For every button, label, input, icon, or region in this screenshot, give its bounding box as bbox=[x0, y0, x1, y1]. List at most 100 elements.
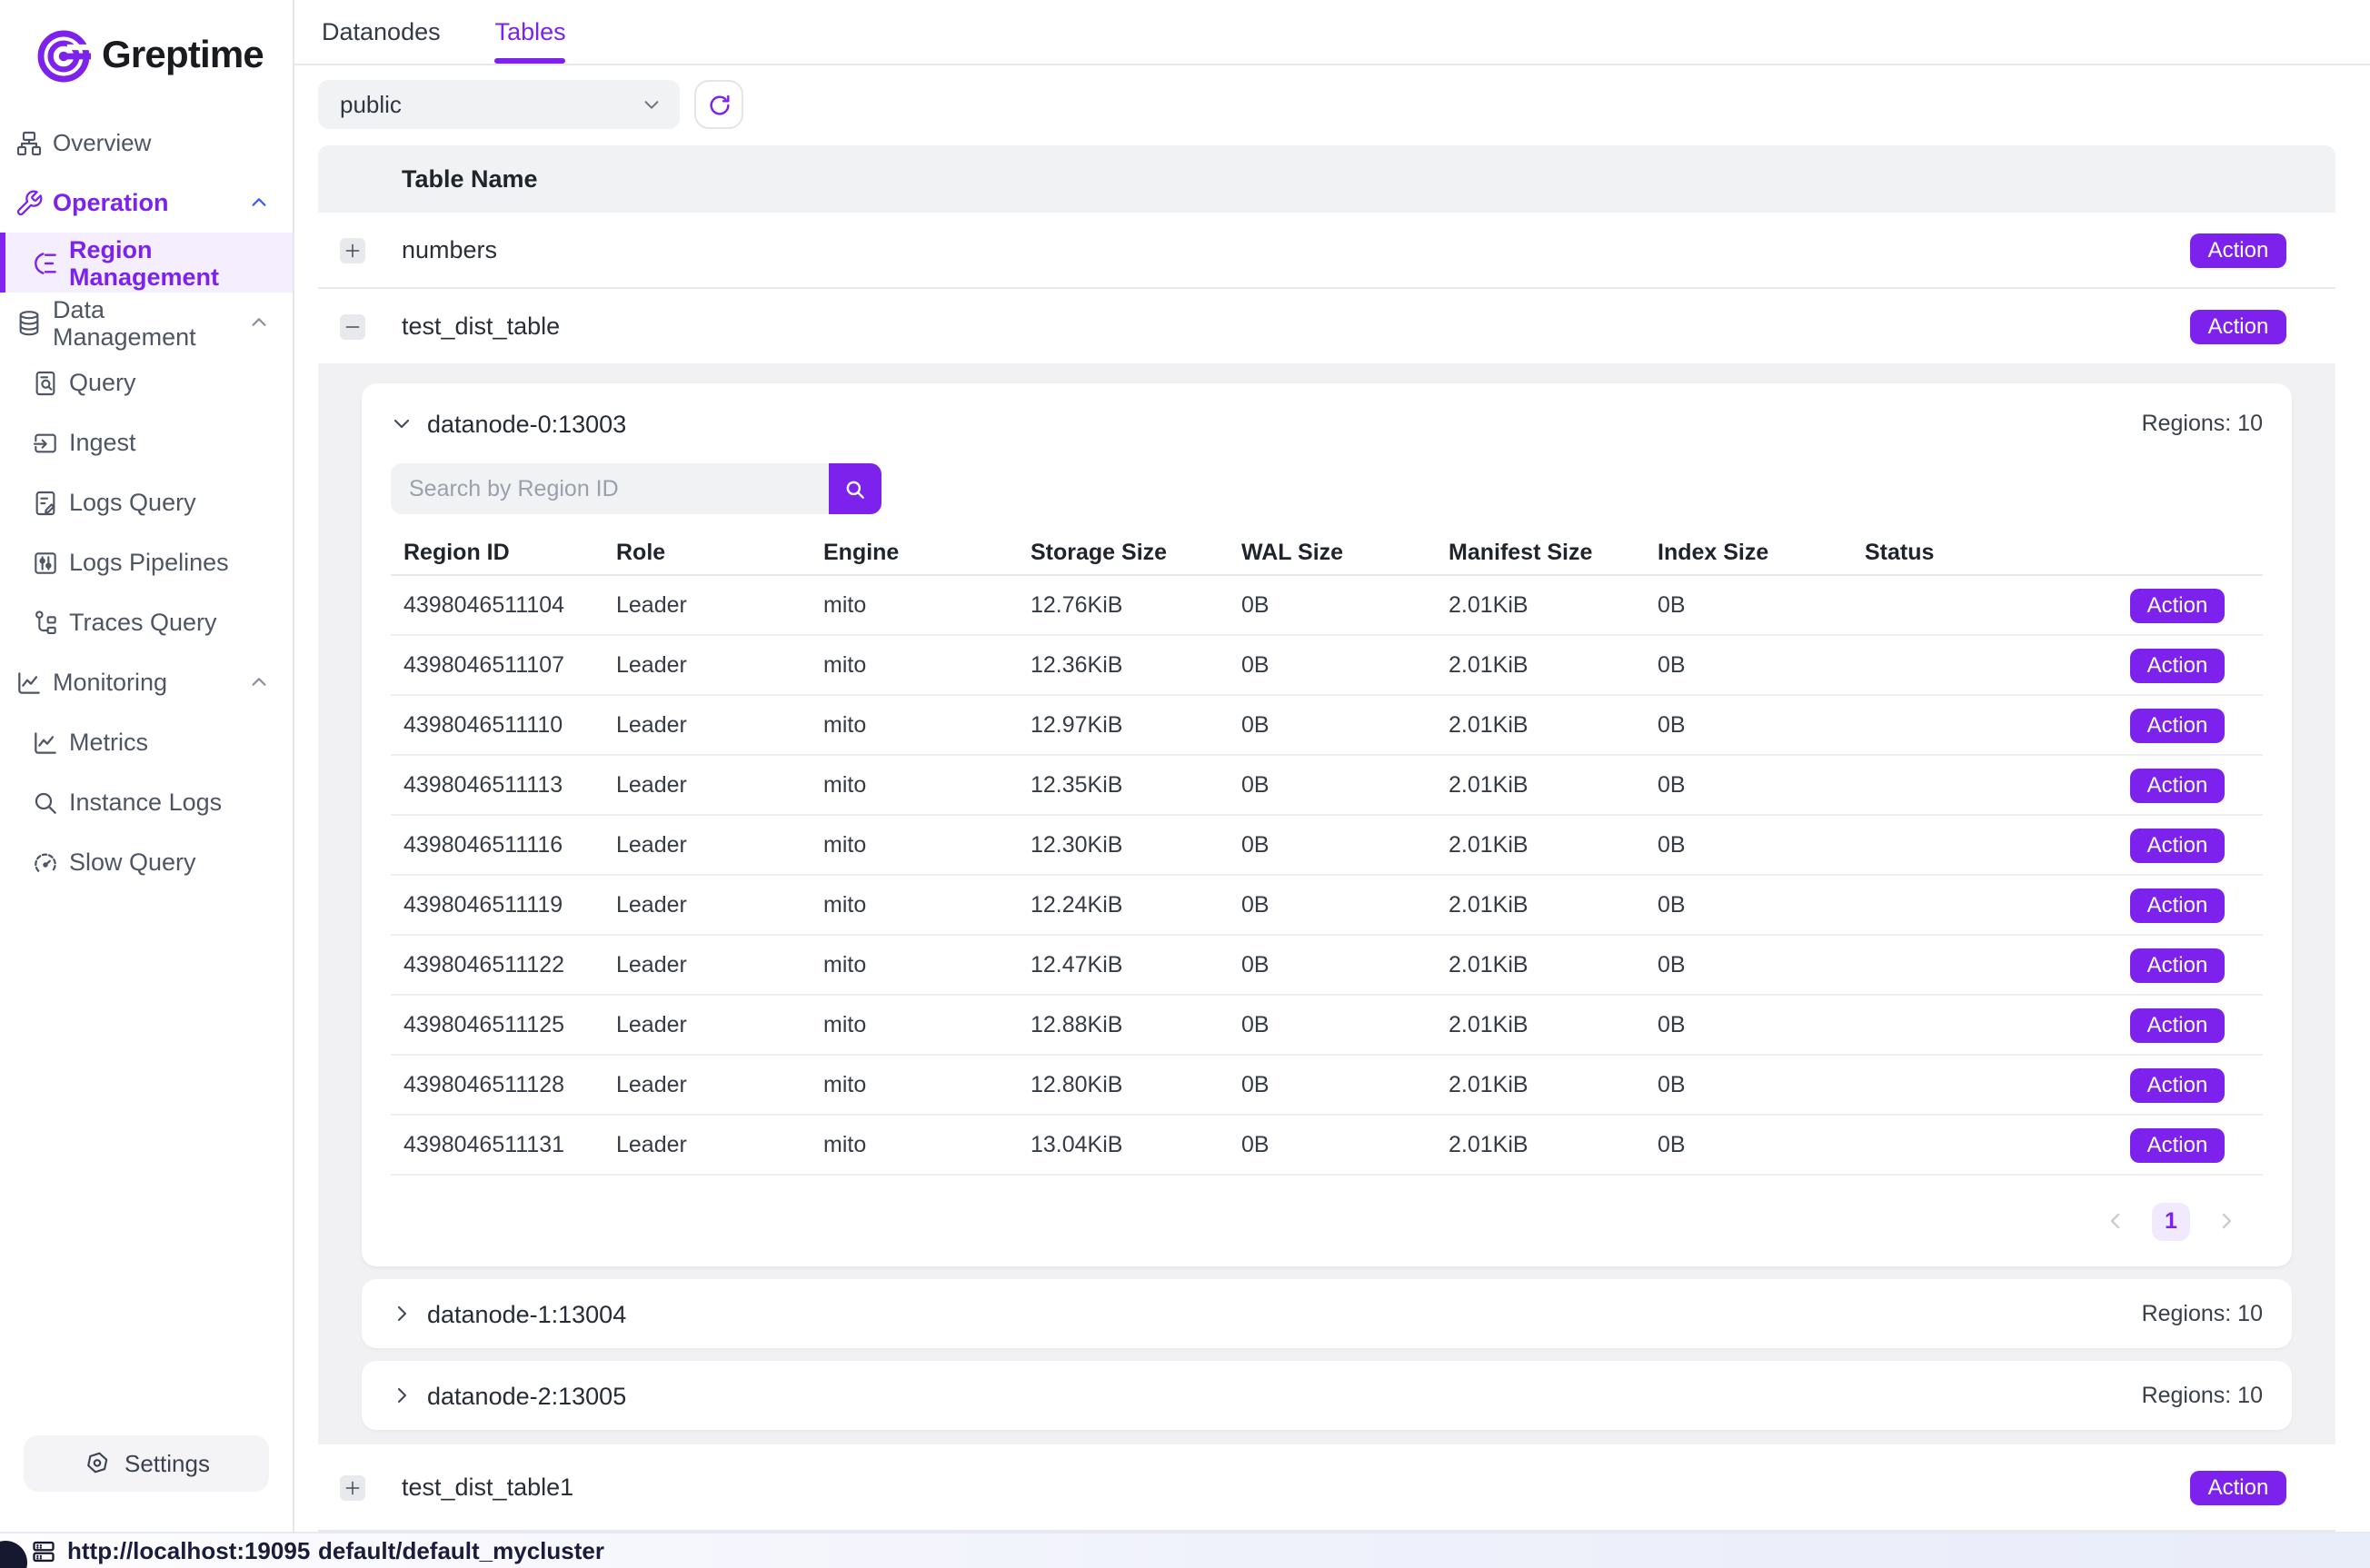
actions-cell: Action bbox=[2041, 948, 2263, 982]
sidebar-item-overview[interactable]: Overview bbox=[0, 113, 293, 173]
cluster-name[interactable]: default/default_mycluster bbox=[318, 1537, 604, 1564]
sidebar-item-traces-query[interactable]: Traces Query bbox=[0, 592, 293, 652]
sidebar-item-label: Ingest bbox=[69, 429, 136, 456]
refresh-icon bbox=[706, 92, 732, 117]
tables-table: Table Name numbers Action test_dist_tabl… bbox=[318, 145, 2335, 1532]
region-search-button[interactable] bbox=[829, 463, 881, 514]
tab-label: Datanodes bbox=[322, 18, 441, 45]
sidebar-item-ingest[interactable]: Ingest bbox=[0, 412, 293, 472]
wal-size-cell: 0B bbox=[1229, 892, 1436, 918]
sidebar-item-label: Slow Query bbox=[69, 849, 196, 876]
chevron-right-icon bbox=[391, 1384, 413, 1406]
sidebar-item-label: Overview bbox=[53, 129, 151, 156]
actions-cell: Action bbox=[2041, 708, 2263, 742]
manifest-size-cell: 2.01KiB bbox=[1436, 592, 1645, 618]
action-button[interactable]: Action bbox=[2130, 1007, 2225, 1042]
column-region-id: Region ID bbox=[391, 539, 603, 564]
action-button[interactable]: Action bbox=[2190, 1470, 2286, 1504]
storage-size-cell: 12.47KiB bbox=[1018, 952, 1229, 978]
region-table-header: Region ID Role Engine Storage Size WAL S… bbox=[391, 529, 2263, 576]
endpoint-url[interactable]: http://localhost:19095 bbox=[67, 1537, 310, 1564]
corner-widget[interactable] bbox=[0, 1541, 27, 1568]
next-page-icon[interactable] bbox=[2216, 1210, 2237, 1232]
role-cell: Leader bbox=[603, 1012, 811, 1037]
storage-size-cell: 12.24KiB bbox=[1018, 892, 1229, 918]
traces-query-icon bbox=[31, 608, 60, 637]
chevron-right-icon bbox=[391, 1303, 413, 1325]
manifest-size-cell: 2.01KiB bbox=[1436, 952, 1645, 978]
collapse-minus-icon[interactable] bbox=[340, 313, 365, 339]
sidebar-item-instance-logs[interactable]: Instance Logs bbox=[0, 772, 293, 832]
table-row-test-dist-table1[interactable]: test_dist_table1 Action bbox=[318, 1444, 2335, 1532]
page-number[interactable]: 1 bbox=[2152, 1202, 2190, 1240]
action-button[interactable]: Action bbox=[2130, 888, 2225, 922]
chevron-down-icon bbox=[642, 94, 662, 114]
sidebar-item-label: Logs Pipelines bbox=[69, 549, 229, 576]
sidebar-section-monitoring[interactable]: Monitoring bbox=[0, 652, 293, 712]
tab-tables[interactable]: Tables bbox=[495, 0, 566, 64]
expand-plus-icon[interactable] bbox=[340, 237, 365, 263]
region-id-cell: 4398046511113 bbox=[391, 772, 603, 798]
action-button[interactable]: Action bbox=[2130, 708, 2225, 742]
region-id-cell: 4398046511125 bbox=[391, 1012, 603, 1037]
action-button[interactable]: Action bbox=[2130, 768, 2225, 802]
overview-icon bbox=[15, 128, 44, 157]
expanded-region-section: datanode-0:13003 Regions: 10 Region ID bbox=[318, 363, 2335, 1444]
regions-count: Regions: 10 bbox=[2142, 1301, 2263, 1326]
table-row-test-dist-table[interactable]: test_dist_table Action bbox=[318, 289, 2335, 363]
region-table-body: 4398046511104 Leader mito 12.76KiB 0B 2.… bbox=[391, 576, 2263, 1176]
sidebar-section-operation[interactable]: Operation bbox=[0, 173, 293, 233]
sidebar-item-region-management[interactable]: Region Management bbox=[0, 233, 293, 293]
sidebar-section-data-management[interactable]: Data Management bbox=[0, 293, 293, 352]
datanode-0-header[interactable]: datanode-0:13003 Regions: 10 bbox=[391, 383, 2263, 463]
main-content: Datanodes Tables public Table Name bbox=[294, 0, 2370, 1532]
action-button[interactable]: Action bbox=[2130, 1127, 2225, 1162]
action-button[interactable]: Action bbox=[2130, 1067, 2225, 1102]
engine-cell: mito bbox=[811, 772, 1018, 798]
action-button[interactable]: Action bbox=[2190, 309, 2286, 343]
actions-cell: Action bbox=[2041, 828, 2263, 862]
action-button[interactable]: Action bbox=[2130, 588, 2225, 622]
sidebar-item-label: Region Management bbox=[69, 235, 293, 290]
monitoring-icon bbox=[15, 668, 44, 697]
sidebar-item-logs-query[interactable]: Logs Query bbox=[0, 472, 293, 532]
action-button[interactable]: Action bbox=[2130, 648, 2225, 682]
engine-cell: mito bbox=[811, 952, 1018, 978]
previous-page-icon[interactable] bbox=[2105, 1210, 2126, 1232]
query-icon bbox=[31, 368, 60, 397]
schema-select[interactable]: public bbox=[318, 80, 680, 129]
sidebar-item-query[interactable]: Query bbox=[0, 352, 293, 412]
region-id-cell: 4398046511122 bbox=[391, 952, 603, 978]
logs-pipelines-icon bbox=[31, 548, 60, 577]
engine-cell: mito bbox=[811, 832, 1018, 858]
tab-bar: Datanodes Tables bbox=[294, 0, 2370, 65]
table-name: test_dist_table1 bbox=[402, 1474, 573, 1501]
tab-label: Tables bbox=[495, 18, 566, 45]
manifest-size-cell: 2.01KiB bbox=[1436, 652, 1645, 678]
settings-button[interactable]: Settings bbox=[24, 1435, 269, 1492]
brand-logo[interactable]: Greptime bbox=[0, 0, 293, 84]
wal-size-cell: 0B bbox=[1229, 952, 1436, 978]
expand-plus-icon[interactable] bbox=[340, 1474, 365, 1500]
sidebar-item-logs-pipelines[interactable]: Logs Pipelines bbox=[0, 532, 293, 592]
refresh-button[interactable] bbox=[694, 80, 743, 129]
metrics-icon bbox=[31, 728, 60, 757]
table-row-numbers[interactable]: numbers Action bbox=[318, 213, 2335, 289]
pagination: 1 bbox=[391, 1176, 2263, 1266]
action-button[interactable]: Action bbox=[2130, 948, 2225, 982]
sidebar: Greptime Overview Operation bbox=[0, 0, 294, 1532]
actions-cell: Action bbox=[2041, 588, 2263, 622]
action-button[interactable]: Action bbox=[2130, 828, 2225, 862]
datanode-1-header[interactable]: datanode-1:13004 Regions: 10 bbox=[362, 1279, 2292, 1348]
action-button[interactable]: Action bbox=[2190, 233, 2286, 267]
datanode-name: datanode-2:13005 bbox=[427, 1382, 626, 1409]
tab-datanodes[interactable]: Datanodes bbox=[322, 0, 441, 64]
sidebar-item-metrics[interactable]: Metrics bbox=[0, 712, 293, 772]
datanode-2-header[interactable]: datanode-2:13005 Regions: 10 bbox=[362, 1361, 2292, 1430]
settings-label: Settings bbox=[124, 1450, 210, 1477]
sidebar-item-slow-query[interactable]: Slow Query bbox=[0, 832, 293, 892]
region-search-input[interactable] bbox=[391, 463, 829, 514]
role-cell: Leader bbox=[603, 1132, 811, 1157]
role-cell: Leader bbox=[603, 652, 811, 678]
index-size-cell: 0B bbox=[1645, 892, 1852, 918]
